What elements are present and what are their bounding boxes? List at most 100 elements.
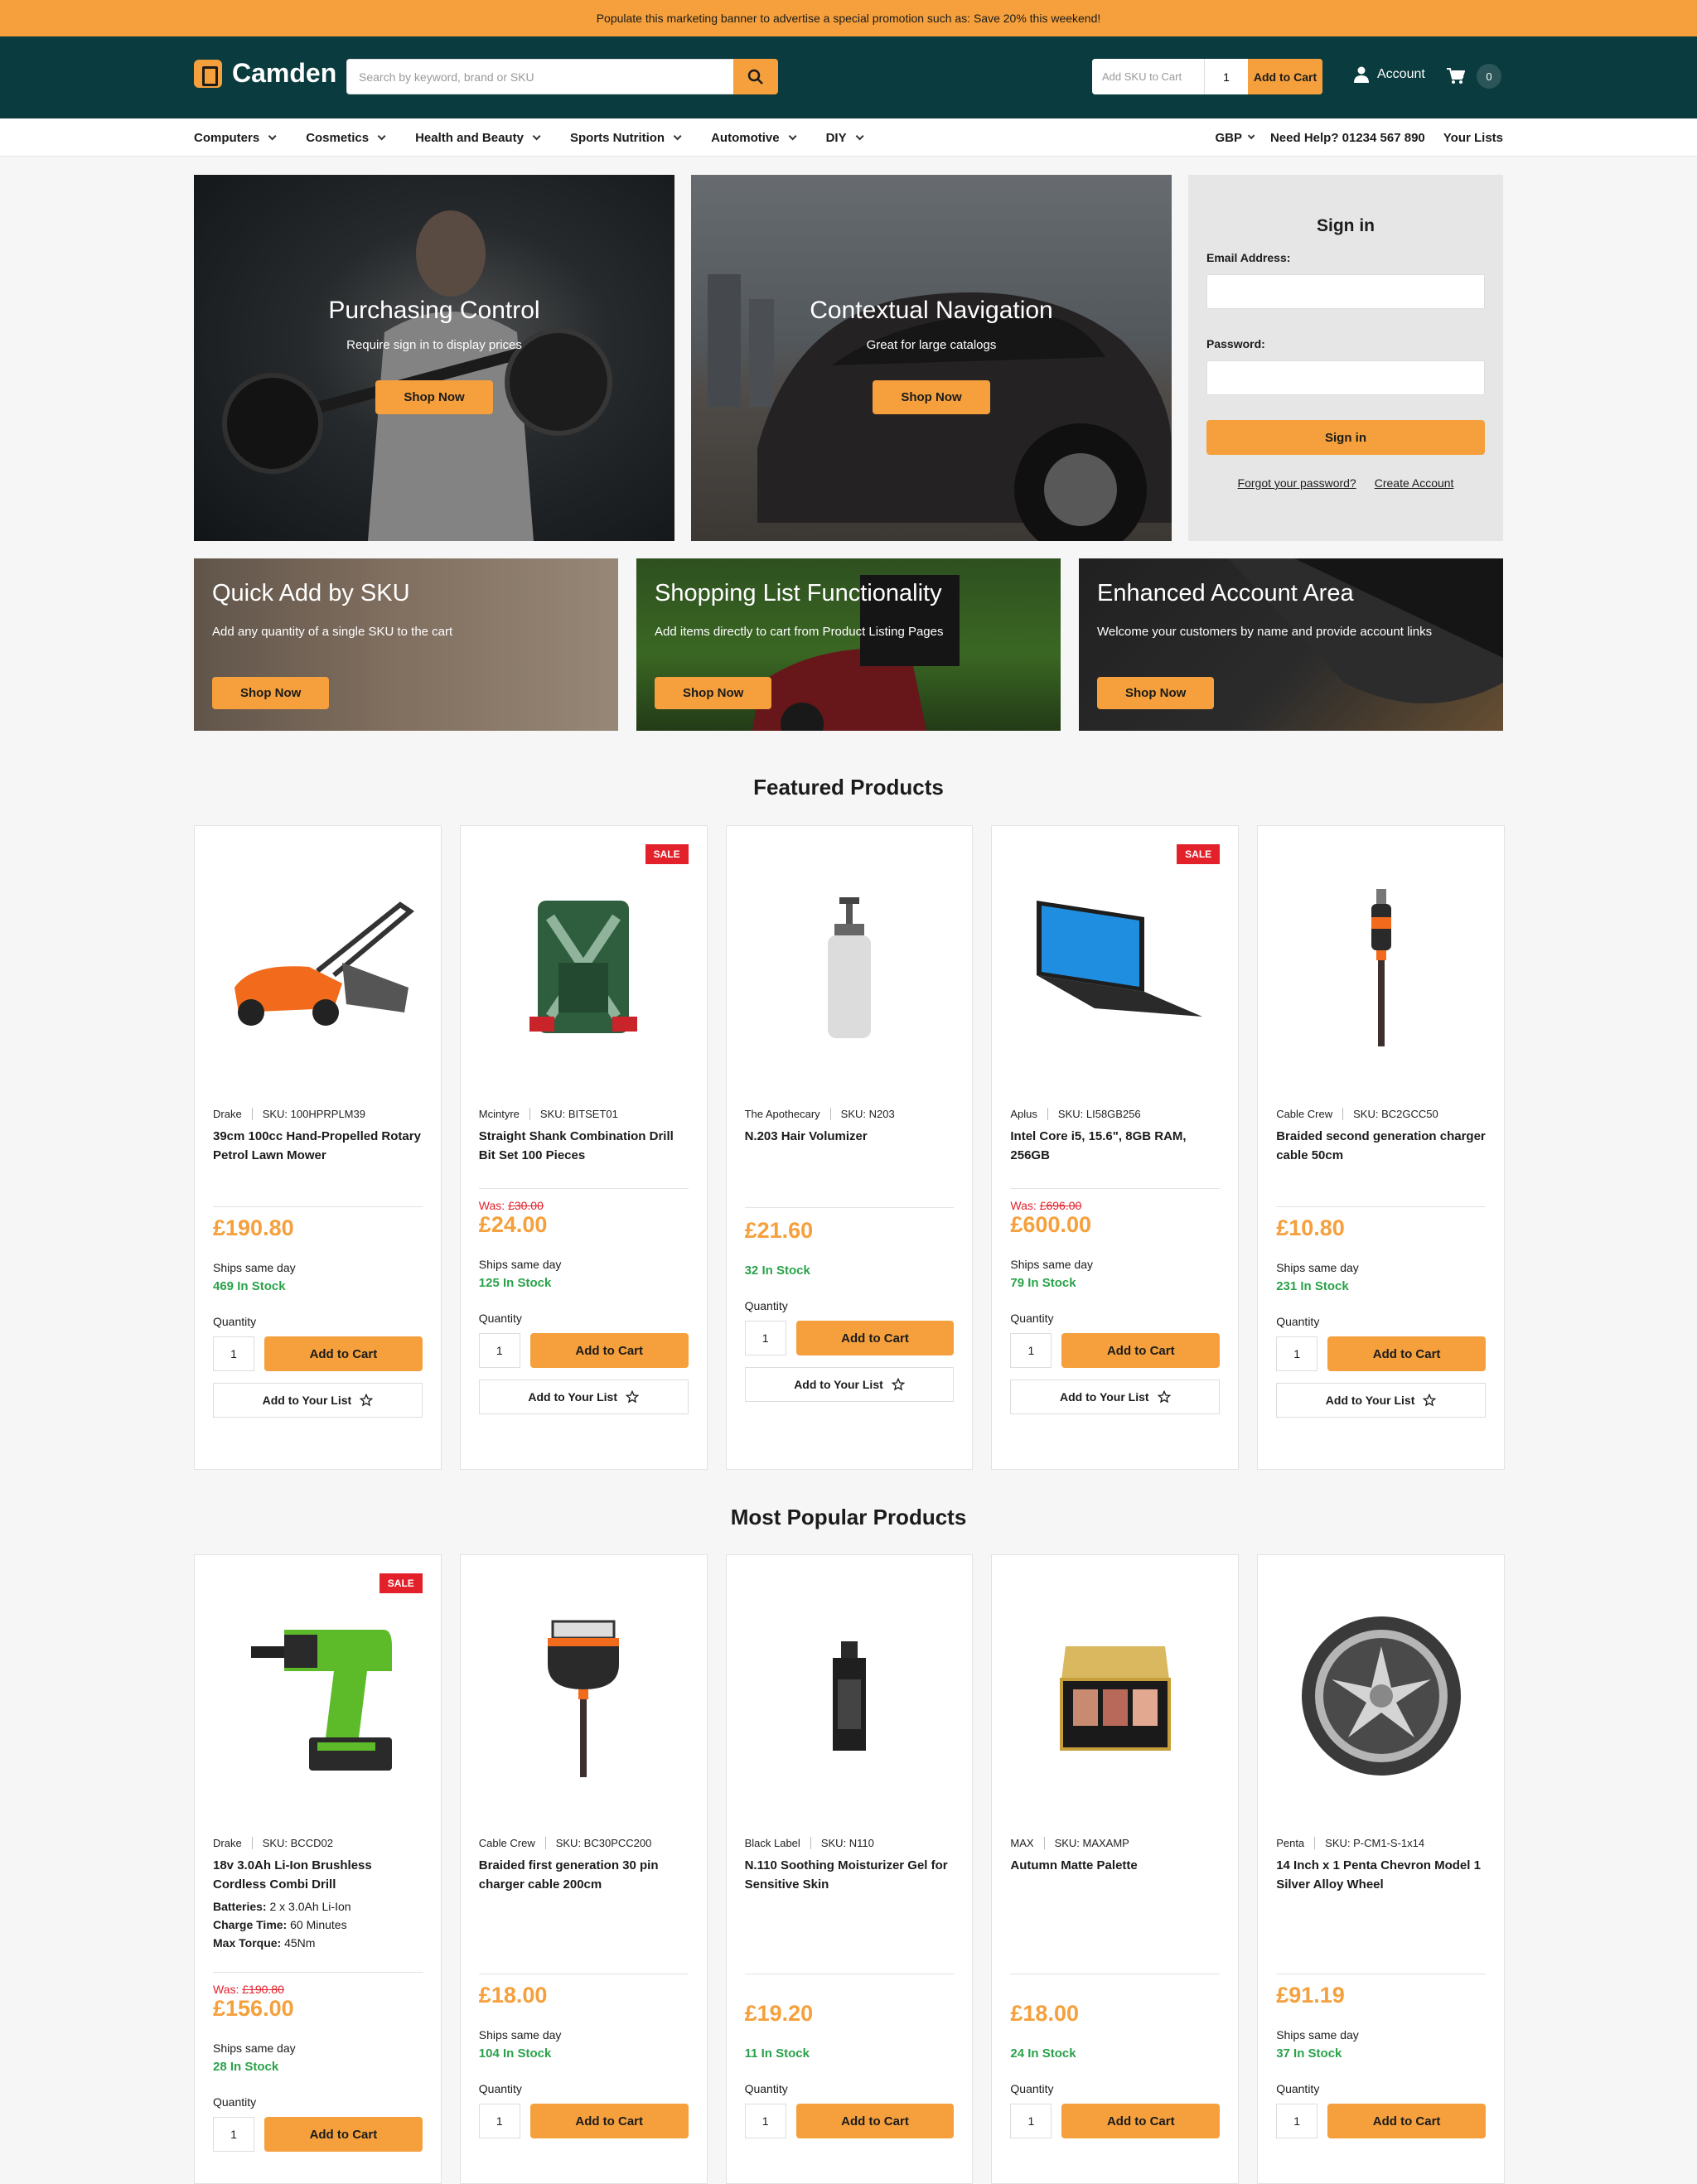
promo-tile-shopping-list[interactable]: Shopping List Functionality Add items di… [636,558,1061,731]
email-field[interactable] [1206,274,1485,309]
shop-now-button[interactable]: Shop Now [212,677,330,709]
nav-item-sports-nutrition[interactable]: Sports Nutrition [570,131,682,145]
sku-qty-input[interactable] [1205,59,1248,94]
add-to-cart-button[interactable]: Add to Cart [1061,1333,1221,1368]
logo[interactable]: Camden [194,58,336,89]
add-to-cart-button[interactable]: Add to Cart [264,1336,423,1371]
quantity-input[interactable]: 1 [1276,2104,1318,2138]
quantity-input[interactable]: 1 [478,1333,520,1368]
hero-tile-contextual-navigation[interactable]: Contextual Navigation Great for large ca… [691,175,1172,541]
product-card[interactable]: Black Label SKU: N110 N.110 Soothing Mois… [725,1554,974,2184]
product-card[interactable]: MAX SKU: MAXAMP Autumn Matte Palette £18.… [991,1554,1240,2184]
search-button[interactable] [733,59,778,94]
currency-selector[interactable]: GBP [1215,131,1255,145]
cart-button[interactable]: 0 [1447,64,1501,89]
product-card[interactable]: Drake SKU: 100HPRPLM39 39cm 100cc Hand-Pr… [194,825,442,1470]
sku-input[interactable] [1092,59,1205,94]
quantity-input[interactable]: 1 [1010,2104,1052,2138]
promo-title: Shopping List Functionality [655,580,942,606]
hero-section: Purchasing Control Require sign in to di… [194,175,1503,541]
star-icon [891,1378,905,1391]
nav-item-computers[interactable]: Computers [194,131,277,145]
nav-item-cosmetics[interactable]: Cosmetics [306,131,386,145]
product-name[interactable]: N.203 Hair Volumizer [745,1127,955,1146]
nav-item-diy[interactable]: DIY [826,131,864,145]
product-image[interactable] [461,1555,707,1837]
add-to-cart-button[interactable]: Add to Cart [1327,1336,1486,1371]
shop-now-button[interactable]: Shop Now [655,677,772,709]
shop-now-button[interactable]: Shop Now [1097,677,1215,709]
promo-tile-quick-add[interactable]: Quick Add by SKU Add any quantity of a s… [194,558,618,731]
product-name[interactable]: Intel Core i5, 15.6", 8GB RAM, 256GB [1010,1127,1220,1165]
add-to-cart-button[interactable]: Add to Cart [1327,2104,1486,2138]
quantity-input[interactable]: 1 [1010,1333,1052,1368]
quantity-input[interactable]: 1 [478,2104,520,2138]
quantity-input[interactable]: 1 [213,1336,254,1371]
add-to-cart-button[interactable]: Add to Cart [529,1333,689,1368]
password-label: Password: [1206,337,1265,350]
quick-add-button[interactable]: Add to Cart [1248,59,1322,94]
product-image[interactable] [992,826,1238,1108]
search-input[interactable] [346,59,733,94]
shop-now-button[interactable]: Shop Now [873,380,990,414]
product-name[interactable]: N.110 Soothing Moisturizer Gel for Sensi… [745,1856,955,1894]
your-lists-link[interactable]: Your Lists [1443,131,1503,145]
nav-item-health-and-beauty[interactable]: Health and Beauty [415,131,541,145]
product-price: £190.80 [213,1215,294,1240]
add-to-list-button[interactable]: Add to Your List [478,1379,689,1414]
product-card[interactable]: Penta SKU: P-CM1-S-1x14 14 Inch x 1 Penta… [1257,1554,1505,2184]
product-image[interactable] [992,1555,1238,1837]
product-card[interactable]: Cable Crew SKU: BC30PCC200 Braided first … [459,1554,708,2184]
help-phone[interactable]: Need Help? 01234 567 890 [1270,131,1425,145]
product-name[interactable]: Braided first generation 30 pin charger … [479,1856,689,1894]
product-brand: Penta [1276,1837,1305,1849]
add-to-cart-button[interactable]: Add to Cart [529,2104,689,2138]
add-to-list-button[interactable]: Add to Your List [1010,1379,1221,1414]
product-image[interactable] [195,826,441,1108]
product-image[interactable] [727,826,973,1108]
add-to-list-button[interactable]: Add to Your List [213,1383,423,1418]
add-to-cart-button[interactable]: Add to Cart [264,2117,423,2152]
add-to-list-button[interactable]: Add to Your List [1276,1383,1486,1418]
cart-icon [1447,68,1465,84]
hero-subtitle: Require sign in to display prices [346,338,522,352]
quantity-input[interactable]: 1 [213,2117,254,2152]
quantity-input[interactable]: 1 [744,2104,786,2138]
product-image[interactable] [727,1555,973,1837]
product-name[interactable]: 14 Inch x 1 Penta Chevron Model 1 Silver… [1276,1856,1486,1894]
promo-title: Enhanced Account Area [1097,580,1354,606]
signin-button[interactable]: Sign in [1206,420,1485,455]
product-card[interactable]: Cable Crew SKU: BC2GCC50 Braided second g… [1257,825,1505,1470]
account-link[interactable]: Account [1354,66,1425,83]
product-card[interactable]: SALE Drake SKU: BCCD02 18v 3.0Ah Li-Ion B… [194,1554,442,2184]
forgot-password-link[interactable]: Forgot your password? [1238,476,1356,490]
product-name[interactable]: Straight Shank Combination Drill Bit Set… [479,1127,689,1165]
quantity-input[interactable]: 1 [1276,1336,1318,1371]
nav-item-automotive[interactable]: Automotive [711,131,797,145]
promo-tile-enhanced-account[interactable]: Enhanced Account Area Welcome your custo… [1079,558,1503,731]
quantity-label: Quantity [1276,2082,1320,2095]
product-card[interactable]: SALE Aplus SKU: LI58GB256 Intel Core i5, … [991,825,1240,1470]
shop-now-button[interactable]: Shop Now [375,380,493,414]
product-name[interactable]: Autumn Matte Palette [1010,1856,1220,1875]
product-image[interactable] [1258,1555,1504,1837]
product-card[interactable]: SALE Mcintyre SKU: BITSET01 Straight Shan… [459,825,708,1470]
add-to-cart-button[interactable]: Add to Cart [1061,2104,1221,2138]
product-image[interactable] [195,1555,441,1837]
product-image[interactable] [1258,826,1504,1108]
product-name[interactable]: Braided second generation charger cable … [1276,1127,1486,1165]
product-card[interactable]: The Apothecary SKU: N203 N.203 Hair Volum… [725,825,974,1470]
add-to-cart-button[interactable]: Add to Cart [795,2104,955,2138]
quantity-input[interactable]: 1 [744,1321,786,1355]
add-to-cart-button[interactable]: Add to Cart [795,1321,955,1355]
create-account-link[interactable]: Create Account [1375,476,1454,490]
hero-tile-purchasing-control[interactable]: Purchasing Control Require sign in to di… [194,175,674,541]
product-name[interactable]: 18v 3.0Ah Li-Ion Brushless Cordless Comb… [213,1856,423,1894]
add-to-list-label: Add to Your List [794,1378,883,1391]
serum-bottle-image [832,1641,866,1751]
add-to-list-button[interactable]: Add to Your List [744,1367,955,1402]
product-image[interactable] [461,826,707,1108]
product-sku: SKU: N110 [820,1837,874,1849]
product-name[interactable]: 39cm 100cc Hand-Propelled Rotary Petrol … [213,1127,423,1165]
password-field[interactable] [1206,360,1485,395]
